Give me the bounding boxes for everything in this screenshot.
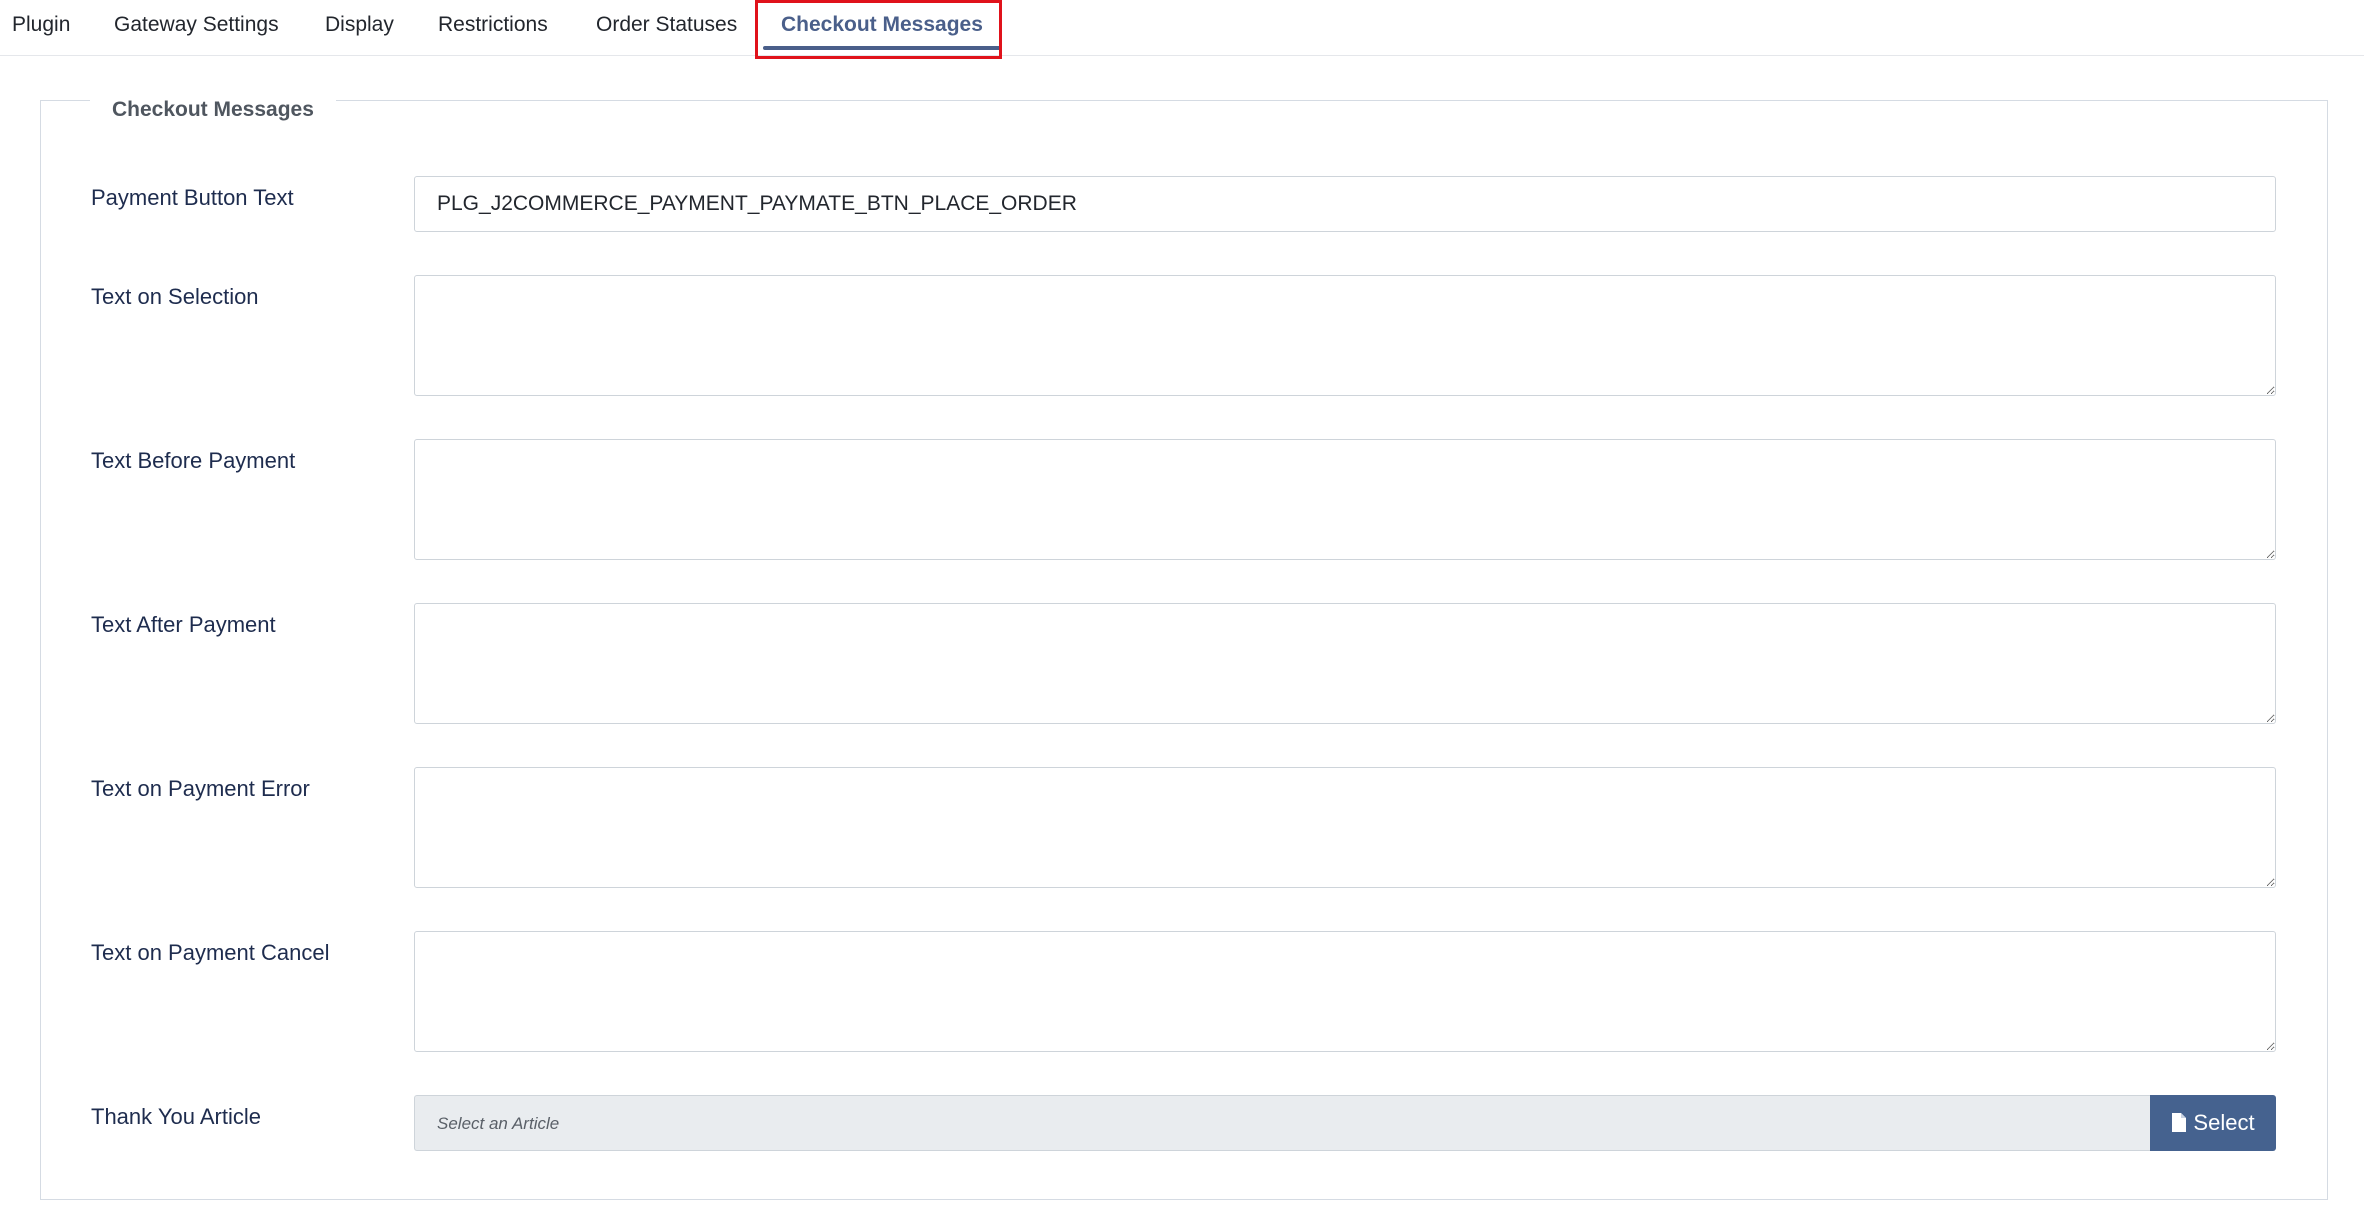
file-icon [2171, 1098, 2187, 1154]
text-on-selection-textarea[interactable] [414, 275, 2276, 396]
thank-you-article-label: Thank You Article [91, 1104, 262, 1129]
text-before-payment-textarea[interactable] [414, 439, 2276, 560]
text-after-payment-textarea[interactable] [414, 603, 2276, 724]
select-article-button[interactable]: Select [2150, 1095, 2276, 1151]
tab-checkout-messages[interactable]: Checkout Messages [759, 0, 1005, 50]
tab-restrictions[interactable]: Restrictions [438, 0, 548, 50]
text-on-payment-cancel-textarea[interactable] [414, 931, 2276, 1052]
text-before-payment-label: Text Before Payment [91, 448, 296, 473]
text-on-payment-error-label: Text on Payment Error [91, 776, 310, 801]
text-on-payment-cancel-label: Text on Payment Cancel [91, 940, 330, 965]
tab-plugin[interactable]: Plugin [12, 0, 70, 50]
text-after-payment-label: Text After Payment [91, 612, 276, 637]
tab-display[interactable]: Display [325, 0, 394, 50]
select-button-label: Select [2193, 1110, 2255, 1135]
text-on-selection-label: Text on Selection [91, 284, 259, 309]
payment-button-text-input[interactable]: PLG_J2COMMERCE_PAYMENT_PAYMATE_BTN_PLACE… [414, 176, 2276, 232]
thank-you-article-input[interactable]: Select an Article [414, 1095, 2150, 1151]
fieldset-legend: Checkout Messages [90, 96, 336, 124]
tab-gateway-settings[interactable]: Gateway Settings [114, 0, 279, 50]
tab-bar: Plugin Gateway Settings Display Restrict… [0, 0, 2364, 56]
payment-button-text-label: Payment Button Text [91, 185, 294, 210]
tab-order-statuses[interactable]: Order Statuses [596, 0, 737, 50]
text-on-payment-error-textarea[interactable] [414, 767, 2276, 888]
